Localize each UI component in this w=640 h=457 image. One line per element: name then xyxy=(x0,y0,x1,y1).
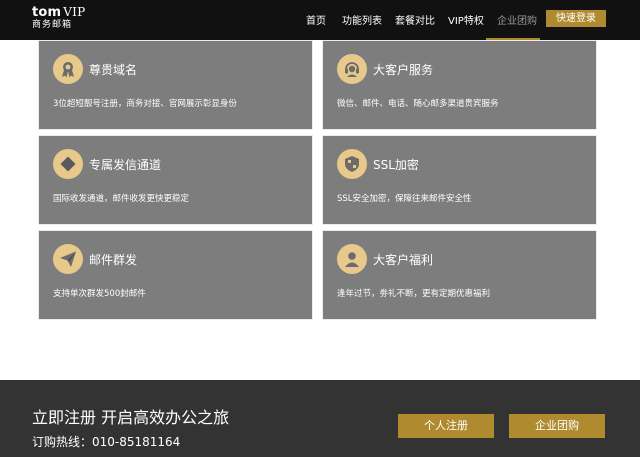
tom-vip-logo[interactable]: tom VIP 商务邮箱 xyxy=(32,6,85,30)
user-icon xyxy=(337,244,367,274)
nav-enterprise-group-buy[interactable]: 企业团购 xyxy=(497,12,537,27)
feature-card-ssl-encryption: SSL加密 SSL安全加密，保障往来邮件安全性 xyxy=(322,135,597,225)
personal-register-button[interactable]: 个人注册 xyxy=(398,414,494,438)
feature-title: 大客户服务 xyxy=(373,63,434,77)
nav-vip-privileges[interactable]: VIP特权 xyxy=(448,12,484,27)
quick-login-button[interactable]: 快速登录 xyxy=(546,10,606,27)
feature-description: 3位超短靓号注册，商务对接、官网展示彰显身份 xyxy=(53,99,237,109)
order-hotline: 订购热线：010-85181164 xyxy=(32,435,181,449)
feature-title: 尊贵域名 xyxy=(89,63,138,77)
feature-card-key-account-service: 大客户服务 微信、邮件、电话、随心邮多渠道贵宾服务 xyxy=(322,40,597,130)
feature-description: 微信、邮件、电话、随心邮多渠道贵宾服务 xyxy=(337,99,499,109)
logo-subtitle: 商务邮箱 xyxy=(32,20,73,30)
enterprise-group-buy-button[interactable]: 企业团购 xyxy=(509,414,605,438)
customer-service-headset-icon xyxy=(337,54,367,84)
feature-title: 邮件群发 xyxy=(89,253,138,267)
feature-title: SSL加密 xyxy=(373,158,419,172)
shield-icon xyxy=(337,149,367,179)
feature-title: 大客户福利 xyxy=(373,253,434,267)
footer-headline: 立即注册 开启高效办公之旅 xyxy=(32,408,230,427)
nav-plan-compare[interactable]: 套餐对比 xyxy=(395,12,435,27)
nav-feature-list[interactable]: 功能列表 xyxy=(342,12,382,27)
logo-wordmark: tom VIP xyxy=(32,5,86,20)
feature-description: 支持单次群发500封邮件 xyxy=(53,289,146,299)
feature-description: 国际收发通道，邮件收发更快更稳定 xyxy=(53,194,190,204)
nav-home[interactable]: 首页 xyxy=(306,12,326,27)
feature-description: SSL安全加密，保障往来邮件安全性 xyxy=(337,194,472,204)
feature-description: 逢年过节，劵礼不断，更有定期优惠福利 xyxy=(337,289,491,299)
ribbon-badge-icon xyxy=(53,54,83,84)
feature-card-bulk-mail: 邮件群发 支持单次群发500封邮件 xyxy=(38,230,313,320)
footer-cta-bar: 立即注册 开启高效办公之旅 订购热线：010-85181164 个人注册 企业团… xyxy=(0,380,640,457)
feature-card-dedicated-channel: 专属发信通道 国际收发通道，邮件收发更快更稳定 xyxy=(38,135,313,225)
feature-title: 专属发信通道 xyxy=(89,158,162,172)
top-header: tom VIP 商务邮箱 首页 功能列表 套餐对比 VIP特权 企业团购 快速登录 xyxy=(0,0,640,40)
diamond-icon xyxy=(53,149,83,179)
feature-card-premium-domain: 尊贵域名 3位超短靓号注册，商务对接、官网展示彰显身份 xyxy=(38,40,313,130)
feature-card-key-account-benefits: 大客户福利 逢年过节，劵礼不断，更有定期优惠福利 xyxy=(322,230,597,320)
paper-plane-icon xyxy=(53,244,83,274)
